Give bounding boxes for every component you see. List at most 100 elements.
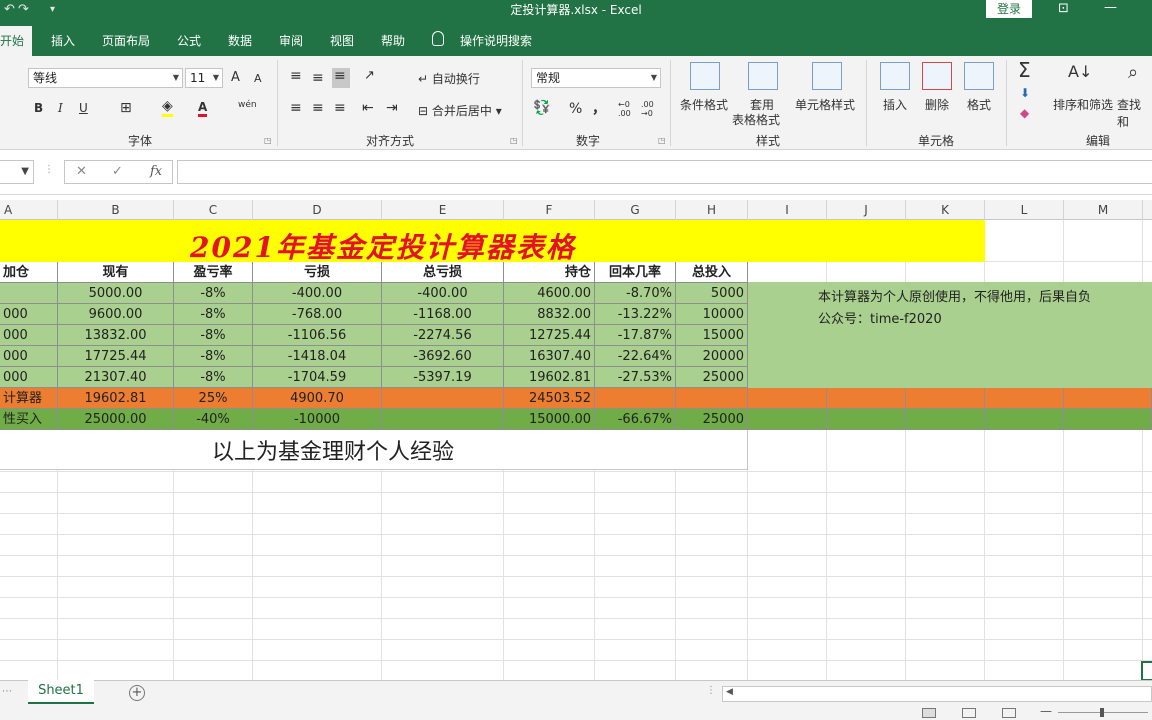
table-cell[interactable]: 17725.44 [58, 346, 174, 367]
table-cell[interactable] [382, 388, 504, 409]
table-cell[interactable] [985, 409, 1064, 430]
table-cell[interactable]: 25% [174, 388, 253, 409]
number-dialog-launcher-icon[interactable]: ◳ [658, 136, 666, 145]
header-cell-b[interactable]: 现有 [58, 262, 174, 283]
autosum-icon[interactable]: Σ [1018, 58, 1031, 82]
decrease-decimal-button[interactable]: .00 →0 [641, 100, 661, 118]
align-center-icon[interactable]: ≡ [312, 100, 324, 116]
column-header-i[interactable]: I [748, 200, 827, 220]
table-cell[interactable]: -13.22% [595, 304, 676, 325]
grow-font-button[interactable]: A [231, 70, 240, 85]
table-cell[interactable] [595, 388, 676, 409]
table-cell[interactable]: 19602.81 [58, 388, 174, 409]
table-cell[interactable]: 25000.00 [58, 409, 174, 430]
tab-page-layout[interactable]: 页面布局 [102, 32, 150, 49]
table-cell[interactable] [985, 388, 1064, 409]
header-cell-e[interactable]: 总亏损 [382, 262, 504, 283]
insert-cells-button[interactable]: 插入 [883, 96, 907, 113]
name-box-dropdown[interactable]: ▼ [0, 160, 34, 184]
table-cell[interactable] [1064, 388, 1152, 409]
insert-function-icon[interactable]: fx [150, 164, 162, 179]
scroll-thumb[interactable] [739, 689, 1139, 699]
scroll-left-icon[interactable]: ◀ [726, 687, 733, 697]
table-cell[interactable] [906, 388, 985, 409]
table-cell[interactable] [676, 388, 748, 409]
align-bottom-icon[interactable]: ≡ [332, 68, 350, 88]
orientation-icon[interactable]: ↗ [364, 68, 375, 83]
sort-filter-icon[interactable]: A↓ [1068, 62, 1092, 81]
number-format-dropdown[interactable]: 常规 ▼ [531, 68, 661, 88]
italic-button[interactable]: I [58, 101, 63, 115]
tab-data[interactable]: 数据 [228, 32, 252, 49]
table-cell[interactable]: 15000.00 [504, 409, 595, 430]
column-header-f[interactable]: F [504, 200, 595, 220]
alignment-dialog-launcher-icon[interactable]: ◳ [510, 136, 518, 145]
align-left-icon[interactable]: ≡ [290, 100, 302, 116]
table-cell[interactable]: -1168.00 [382, 304, 504, 325]
phonetic-button[interactable]: wén [238, 100, 257, 110]
column-header-g[interactable]: G [595, 200, 676, 220]
find-select-icon[interactable]: ⌕ [1128, 62, 1138, 83]
tab-formulas[interactable]: 公式 [177, 32, 201, 49]
table-cell[interactable] [748, 409, 827, 430]
tab-help[interactable]: 帮助 [381, 32, 405, 49]
header-cell-c[interactable]: 盈亏率 [174, 262, 253, 283]
table-format-icon[interactable] [748, 62, 778, 90]
column-header-b[interactable]: B [58, 200, 174, 220]
login-button[interactable]: 登录 [986, 0, 1032, 18]
table-cell[interactable]: -768.00 [253, 304, 382, 325]
table-cell[interactable]: 4600.00 [504, 283, 595, 304]
table-cell[interactable]: -27.53% [595, 367, 676, 388]
table-cell[interactable]: -10000 [253, 409, 382, 430]
table-cell[interactable]: 性买入 [0, 409, 58, 430]
column-header-d[interactable]: D [253, 200, 382, 220]
align-middle-icon[interactable]: ≡ [312, 70, 324, 86]
selected-cell-indicator[interactable] [1141, 661, 1152, 681]
page-break-view-icon[interactable] [1002, 708, 1016, 718]
table-cell[interactable]: 21307.40 [58, 367, 174, 388]
tab-split-icon[interactable]: ⋮ [706, 685, 716, 696]
table-cell[interactable]: 9600.00 [58, 304, 174, 325]
insert-cells-icon[interactable] [880, 62, 910, 90]
table-cell[interactable]: 15000 [676, 325, 748, 346]
table-format-button-line2[interactable]: 表格格式 [732, 111, 780, 128]
table-cell[interactable]: -1704.59 [253, 367, 382, 388]
bold-button[interactable]: B [34, 101, 43, 115]
table-cell[interactable] [1064, 409, 1152, 430]
sheet-nav-icon[interactable]: ⋯ [2, 686, 12, 697]
align-top-icon[interactable]: ≡ [290, 68, 302, 84]
formula-input[interactable] [177, 160, 1152, 184]
comma-button[interactable]: ， [592, 98, 606, 118]
borders-icon[interactable]: ⊞ [120, 100, 132, 116]
tell-me-search[interactable]: 操作说明搜索 [460, 32, 532, 49]
table-cell[interactable]: 4900.70 [253, 388, 382, 409]
sheet-tab-sheet1[interactable]: Sheet1 [28, 680, 94, 704]
table-cell[interactable]: -17.87% [595, 325, 676, 346]
header-cell-g[interactable]: 回本几率 [595, 262, 676, 283]
zoom-slider-thumb[interactable] [1100, 708, 1104, 717]
table-cell[interactable]: 25000 [676, 409, 748, 430]
table-cell[interactable] [382, 409, 504, 430]
font-dialog-launcher-icon[interactable]: ◳ [264, 136, 272, 145]
table-cell[interactable]: 13832.00 [58, 325, 174, 346]
align-right-icon[interactable]: ≡ [334, 100, 346, 116]
table-cell[interactable] [748, 388, 827, 409]
header-cell-h[interactable]: 总投入 [676, 262, 748, 283]
normal-view-icon[interactable] [922, 708, 936, 718]
table-cell[interactable] [827, 388, 906, 409]
table-cell[interactable]: -5397.19 [382, 367, 504, 388]
table-cell[interactable]: 计算器 [0, 388, 58, 409]
formula-bar-grip-icon[interactable]: ⋮ [44, 164, 54, 175]
tab-insert[interactable]: 插入 [51, 32, 75, 49]
table-cell[interactable]: 12725.44 [504, 325, 595, 346]
column-header-c[interactable]: C [174, 200, 253, 220]
worksheet[interactable]: A B C D E F G H I J K L M 2021年基金定投计算器表格… [0, 200, 1152, 680]
table-cell[interactable]: 16307.40 [504, 346, 595, 367]
format-cells-icon[interactable] [964, 62, 994, 90]
table-cell[interactable]: 19602.81 [504, 367, 595, 388]
column-header-l[interactable]: L [985, 200, 1064, 220]
delete-cells-button[interactable]: 删除 [925, 96, 949, 113]
table-cell[interactable]: 10000 [676, 304, 748, 325]
table-cell[interactable]: -400.00 [382, 283, 504, 304]
font-name-dropdown[interactable]: 等线 ▼ [28, 68, 183, 88]
